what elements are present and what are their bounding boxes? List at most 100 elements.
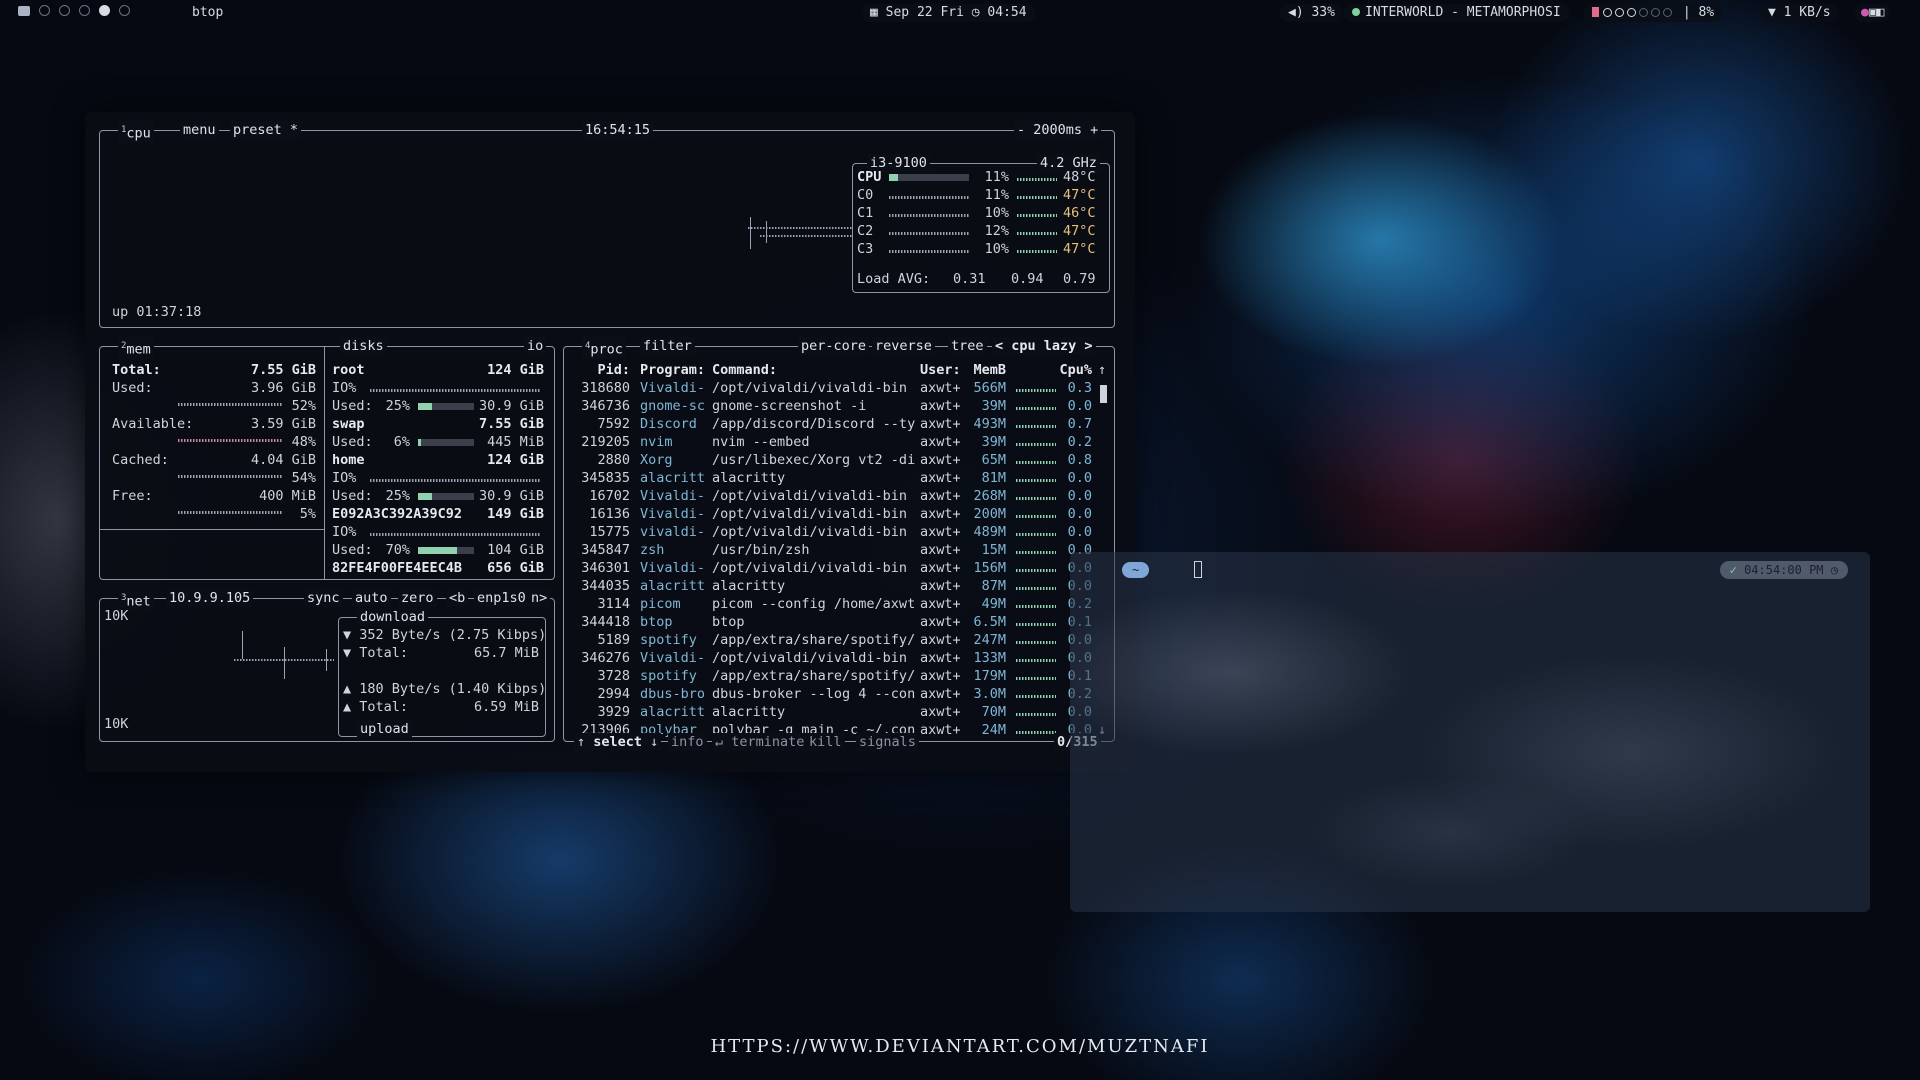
col-cpu[interactable]: Cpu% [1042, 361, 1092, 379]
proc-command: /opt/vivaldi/vivaldi-bin [712, 506, 908, 522]
core-graph [1017, 232, 1057, 235]
disk-used-meter [418, 439, 474, 446]
workspace-dot[interactable] [79, 5, 90, 16]
disk-used-label: Used: [332, 434, 373, 450]
home-icon[interactable] [18, 5, 30, 16]
tree-toggle[interactable]: tree [948, 337, 987, 355]
preset-button[interactable]: preset * [230, 121, 302, 139]
music-pill[interactable]: INTERWORLD - METAMORPHOSI [1344, 4, 1569, 22]
disk-used: 445 MiB [487, 434, 544, 450]
col-program[interactable]: Program: [640, 361, 705, 379]
btop-window[interactable]: 1cpu menu preset * 16:54:15 - 2000ms + u… [85, 112, 1135, 772]
disks-title: disks [340, 337, 387, 355]
workspace-dot[interactable] [119, 5, 130, 16]
select-button[interactable]: ↑ select ↓ [574, 733, 662, 751]
proc-pid: 3728 [597, 668, 630, 684]
workspace-dot-active[interactable] [99, 5, 110, 16]
mem-used-label: Used: [112, 380, 153, 396]
core-ring-icon [1603, 8, 1612, 17]
proc-pid: 345847 [581, 542, 630, 558]
proc-pid: 15775 [589, 524, 630, 540]
network-pill[interactable]: ▼ 1 KB/s [1760, 4, 1839, 22]
per-core-toggle[interactable]: per-core [798, 337, 870, 355]
disk-name: E092A3C392A39C92 [332, 506, 463, 522]
proc-command: alacritty [712, 704, 786, 720]
signals-button[interactable]: signals [856, 733, 919, 751]
disk-io-label: IO% [332, 380, 357, 396]
disk-io-graph [370, 479, 540, 482]
reverse-toggle[interactable]: reverse [872, 337, 935, 355]
tray-pill[interactable]: ●▣◧ [1855, 4, 1891, 22]
top-bar: btop ▦ Sep 22 Fri ◷ 04:54 ◀) 33% INTERWO… [0, 0, 1920, 26]
download-total: 65.7 MiB [473, 645, 539, 661]
scrollbar-thumb[interactable] [1100, 385, 1107, 403]
sync-toggle[interactable]: sync [304, 589, 343, 607]
zero-button[interactable]: zero [398, 589, 437, 607]
terminal-window-2[interactable]: ~ ✓ 04:54:00 PM ◷ [1070, 552, 1870, 912]
upload-rate: ▲ 180 Byte/s (1.40 Kibps) [343, 681, 547, 697]
disk-size: 124 GiB [487, 452, 544, 468]
proc-mem: 39M [981, 398, 1006, 414]
disk-used-pct: 6% [393, 434, 410, 450]
layout-icon[interactable]: ◧ [1877, 5, 1885, 20]
prev-iface-button[interactable]: <b [446, 589, 469, 607]
core-temp: 46°C [1063, 205, 1096, 221]
proc-mem: 3.0M [973, 686, 1006, 702]
update-interval[interactable]: - 2000ms + [1014, 121, 1102, 139]
uptime: up 01:37:18 [112, 304, 202, 320]
filter-button[interactable]: filter [640, 337, 695, 355]
upload-title: upload [357, 720, 412, 738]
proc-program: alacritt [640, 470, 706, 486]
info-button[interactable]: info [668, 733, 707, 751]
cpu-tab[interactable]: 1cpu [118, 121, 154, 143]
disk-used: 30.9 GiB [478, 488, 544, 504]
col-command[interactable]: Command: [712, 361, 777, 379]
col-mem[interactable]: MemB [960, 361, 1006, 379]
disk-used-meter [418, 403, 474, 410]
core-name: C3 [857, 241, 874, 257]
disk-name: 82FE4F00FE4EEC4B [332, 560, 463, 576]
proc-command: /app/discord/Discord --ty [712, 416, 916, 432]
workspace-dot[interactable] [39, 5, 50, 16]
tray-icon[interactable]: ▣ [1869, 5, 1877, 20]
discord-icon[interactable]: ● [1861, 5, 1869, 20]
proc-pid: 3114 [597, 596, 630, 612]
workspace-dot[interactable] [59, 5, 70, 16]
terminate-button[interactable]: ↵ terminate [712, 733, 808, 751]
prompt-clock: ✓ 04:54:00 PM ◷ [1719, 561, 1848, 579]
disk-io-graph [370, 389, 540, 392]
disk-used: 104 GiB [487, 542, 544, 558]
disk-size: 7.55 GiB [478, 416, 544, 432]
proc-mem: 133M [973, 650, 1006, 666]
proc-program: zsh [640, 542, 665, 558]
system-pill[interactable]: | 8% [1584, 4, 1723, 22]
menu-button[interactable]: menu [180, 121, 219, 139]
kill-button[interactable]: kill [806, 733, 845, 751]
proc-program: Vivaldi- [640, 380, 706, 396]
proc-user: axwt+ [920, 524, 961, 540]
mem-used-pct: 52% [291, 398, 316, 414]
disk-used-pct: 70% [385, 542, 410, 558]
proc-program: spotify [640, 668, 697, 684]
sort-selector[interactable]: < cpu lazy > [992, 337, 1096, 355]
io-toggle[interactable]: io [524, 337, 547, 355]
net-ip: 10.9.9.105 [166, 589, 254, 607]
mem-avail: 3.59 GiB [250, 416, 316, 432]
mem-tab[interactable]: 2mem [118, 337, 154, 359]
col-user[interactable]: User: [920, 361, 961, 379]
proc-box: 4proc filter per-core reverse tree < cpu… [563, 337, 1115, 751]
next-iface-button[interactable]: n> [528, 589, 551, 607]
proc-mem: 493M [973, 416, 1006, 432]
proc-user: axwt+ [920, 380, 961, 396]
clock-pill[interactable]: ▦ Sep 22 Fri ◷ 04:54 [862, 4, 1035, 22]
proc-user: axwt+ [920, 614, 961, 630]
mem-total-label: Total: [112, 362, 161, 378]
auto-toggle[interactable]: auto [352, 589, 391, 607]
disk-used-label: Used: [332, 398, 373, 414]
core-pct: 12% [984, 223, 1009, 239]
volume-pill[interactable]: ◀) 33% [1280, 4, 1343, 22]
mem-avail-meter [178, 439, 282, 442]
col-pid[interactable]: Pid: [574, 361, 630, 379]
proc-mem: 566M [973, 380, 1006, 396]
proc-tab[interactable]: 4proc [582, 337, 626, 359]
